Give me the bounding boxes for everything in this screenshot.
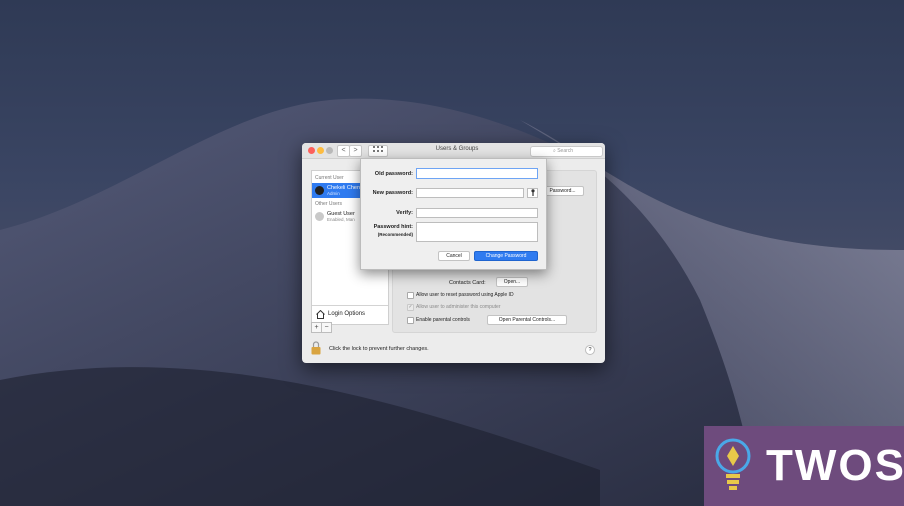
change-password-button[interactable]: Password...	[541, 186, 584, 196]
guest-user-status: Enabled, Man	[327, 217, 355, 222]
lightbulb-icon	[715, 438, 751, 490]
guest-avatar	[315, 212, 324, 221]
help-button[interactable]: ?	[585, 345, 595, 355]
minimize-button[interactable]	[317, 147, 324, 154]
window-title: Users & Groups	[435, 146, 479, 152]
password-hint-field[interactable]	[416, 222, 538, 242]
title-bar: < > Users & Groups ⌕ Search	[302, 143, 605, 159]
contacts-card-label: Contacts Card:	[449, 280, 486, 286]
house-icon	[316, 310, 325, 319]
verify-field[interactable]	[416, 208, 538, 218]
search-field[interactable]: ⌕ Search	[530, 146, 603, 157]
password-assistant-button[interactable]	[527, 188, 538, 198]
change-password-confirm-button[interactable]: Change Password	[474, 251, 538, 261]
current-user-role: Admin	[327, 191, 340, 196]
remove-user-button[interactable]: −	[321, 322, 332, 333]
verify-label: Verify:	[396, 210, 413, 216]
grid-icon	[373, 146, 383, 152]
lock-icon[interactable]	[311, 341, 321, 355]
lock-message: Click the lock to prevent further change…	[329, 346, 429, 352]
parental-controls-label: Enable parental controls	[416, 317, 470, 323]
forward-button[interactable]: >	[349, 145, 362, 157]
contacts-open-button[interactable]: Open...	[496, 277, 528, 287]
allow-admin-label: Allow user to administer this computer	[416, 304, 501, 310]
other-users-heading: Other Users	[315, 201, 342, 207]
old-password-label: Old password:	[374, 171, 413, 177]
old-password-field[interactable]	[416, 168, 538, 179]
allow-reset-label: Allow user to reset password using Apple…	[416, 292, 514, 298]
open-parental-controls-button[interactable]: Open Parental Controls...	[487, 315, 567, 325]
new-password-label: New password:	[372, 190, 413, 196]
twos-logo: TWOS	[704, 426, 904, 506]
new-password-field[interactable]	[416, 188, 524, 198]
logo-text: TWOS	[766, 441, 904, 490]
current-user-heading: Current User	[315, 175, 344, 181]
change-password-sheet: Old password: New password: Verify: Pass…	[360, 158, 547, 270]
allow-reset-checkbox[interactable]	[407, 292, 414, 299]
cancel-button[interactable]: Cancel	[438, 251, 470, 261]
allow-admin-checkbox[interactable]: ✓	[407, 304, 414, 311]
search-placeholder: Search	[557, 148, 574, 154]
zoom-button[interactable]	[326, 147, 333, 154]
login-options-label: Login Options	[328, 311, 366, 317]
search-icon: ⌕	[553, 148, 556, 154]
password-hint-label: Password hint:	[373, 224, 413, 230]
lock-bar: Click the lock to prevent further change…	[302, 335, 605, 363]
close-button[interactable]	[308, 147, 315, 154]
avatar	[315, 186, 324, 195]
key-icon	[530, 189, 535, 196]
password-hint-sublabel: (Recommended)	[377, 232, 413, 237]
show-all-button[interactable]	[368, 145, 388, 157]
parental-controls-checkbox[interactable]	[407, 317, 414, 324]
